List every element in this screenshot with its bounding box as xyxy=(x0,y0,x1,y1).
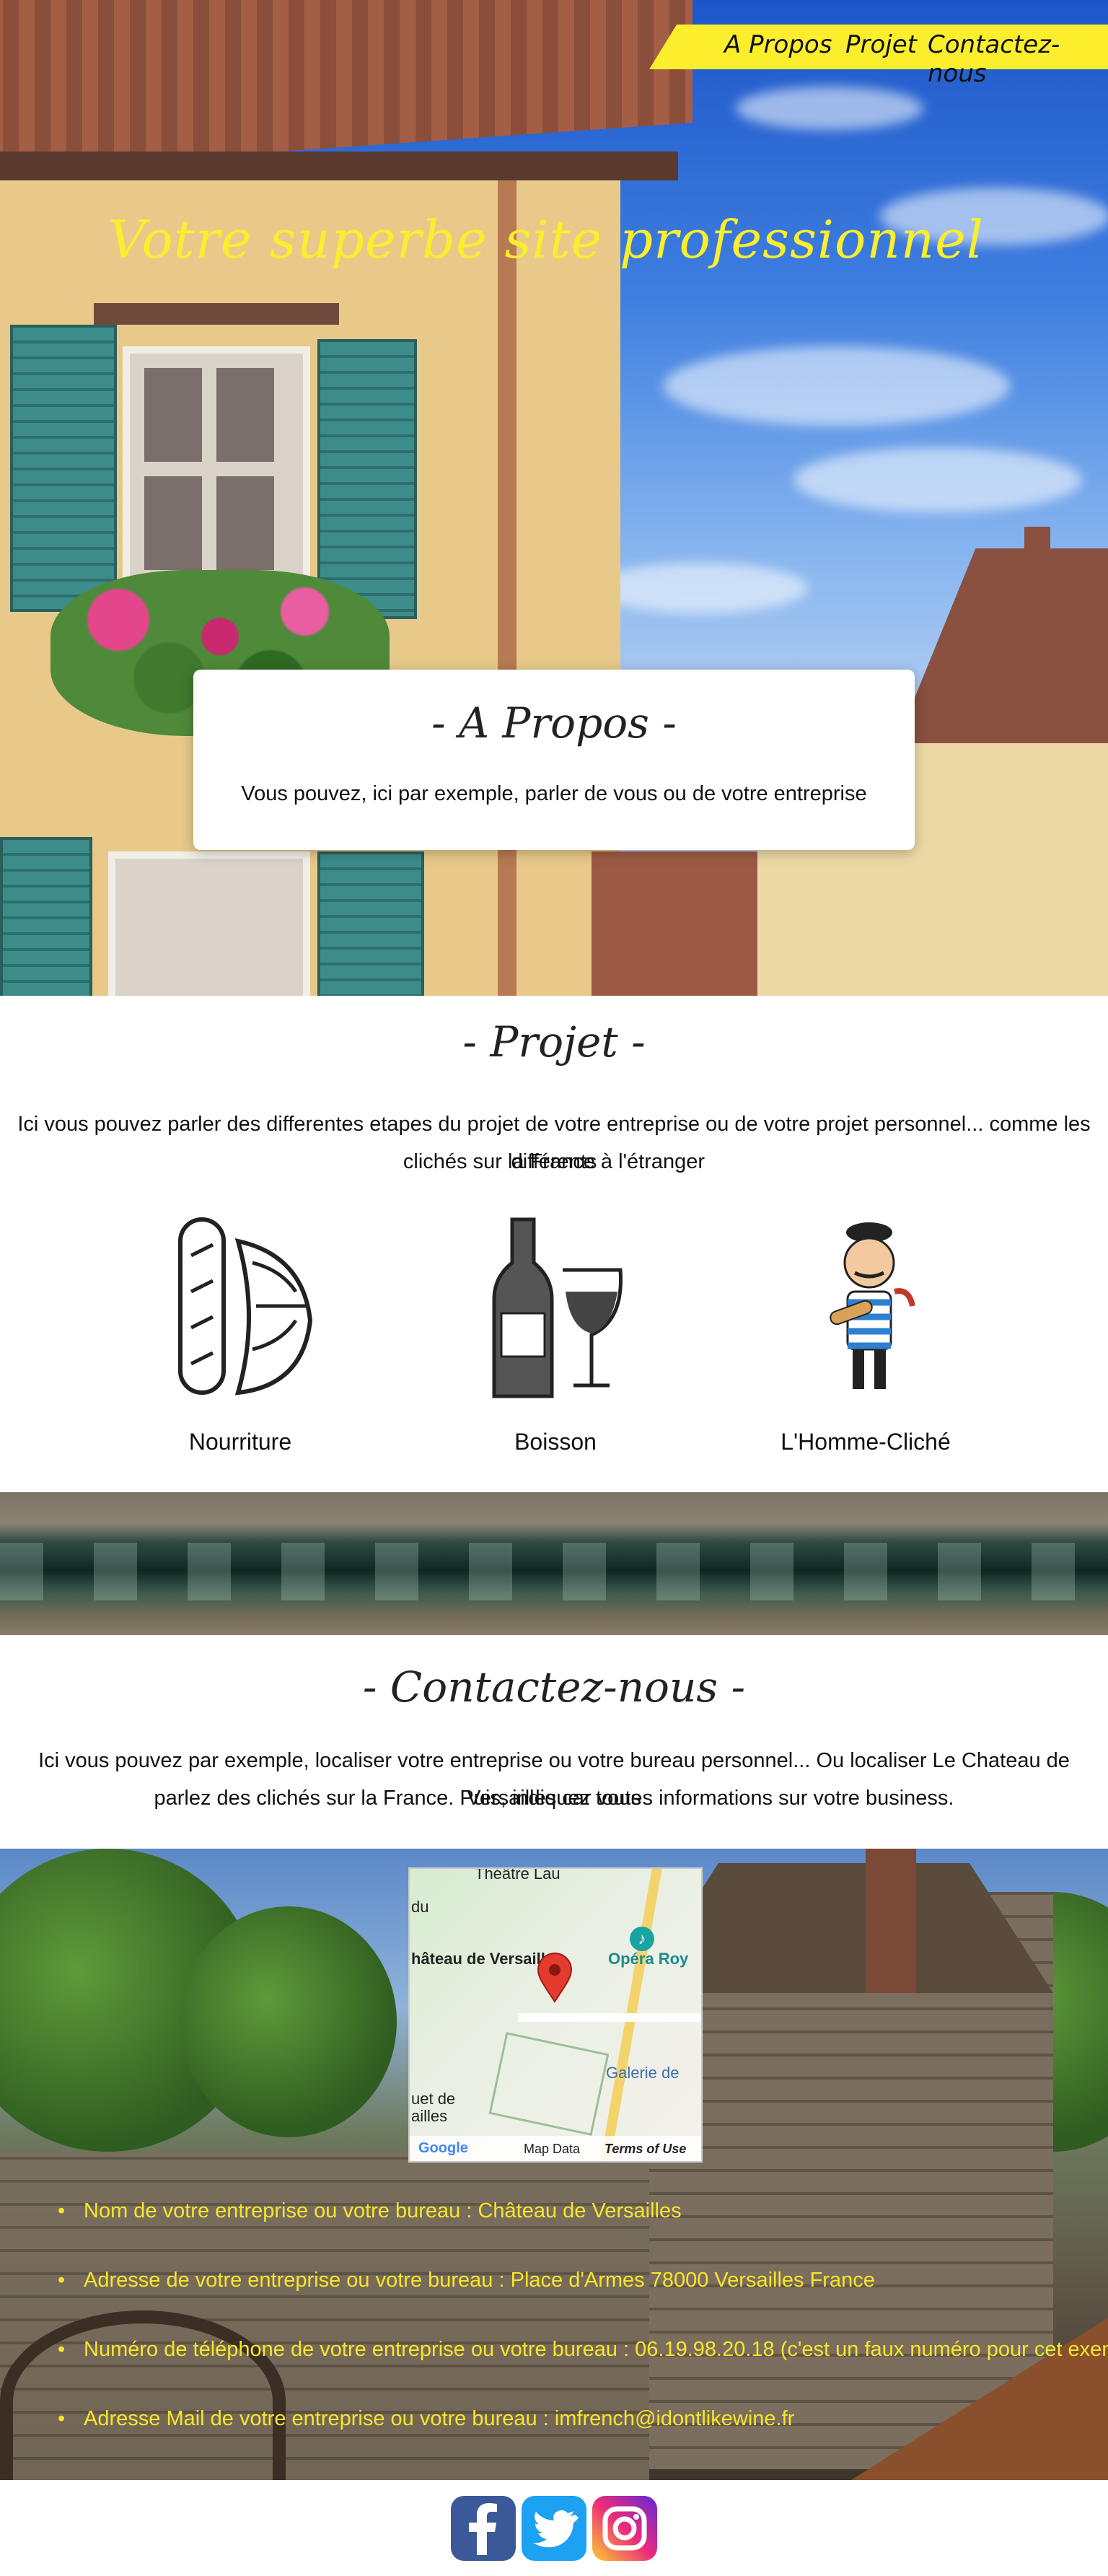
drain-pipe xyxy=(498,180,516,996)
projet-text-line2: clichés sur la France à l'étranger xyxy=(403,1150,705,1173)
info-company-phone: Numéro de téléphone de votre entreprise … xyxy=(58,2338,1108,2362)
window-lower xyxy=(108,851,310,996)
tree xyxy=(180,1906,397,2137)
hero-section: A Propos Projet Contactez-nous Votre sup… xyxy=(0,0,1108,996)
nav-link-projet[interactable]: Projet xyxy=(845,30,917,59)
water-wheel xyxy=(0,2310,286,2480)
item-label-homme-cliche: L'Homme-Cliché xyxy=(781,1429,951,1455)
item-label-boisson: Boisson xyxy=(514,1429,597,1455)
chimney xyxy=(1024,527,1050,606)
item-label-nourriture: Nourriture xyxy=(188,1429,292,1455)
map-road xyxy=(518,2013,701,2022)
bread-croissant-icon xyxy=(166,1212,325,1400)
water-reflection xyxy=(0,1543,1108,1600)
about-card: - A Propos - Vous pouvez, ici par exempl… xyxy=(193,670,915,850)
map-label: du xyxy=(411,1898,429,1916)
google-logo: Google xyxy=(418,2140,468,2156)
info-company-email: Adresse Mail de votre entreprise ou votr… xyxy=(58,2407,794,2431)
map-label: Opéra Roy xyxy=(608,1950,689,1968)
projet-section: - Projet - Ici vous pouvez parler des di… xyxy=(0,996,1108,1492)
hero-title: Votre superbe site professionnel xyxy=(108,209,984,270)
facebook-icon[interactable] xyxy=(451,2496,516,2561)
instagram-icon[interactable] xyxy=(592,2496,657,2561)
brick-house xyxy=(592,851,757,996)
map-label: ailles xyxy=(411,2107,448,2125)
window-lintel xyxy=(94,303,339,325)
contact-title: - Contactez-nous - xyxy=(362,1662,746,1712)
cloud xyxy=(793,447,1082,512)
map-label: Galerie de xyxy=(606,2064,680,2082)
info-company-name: Nom de votre entreprise ou votre bureau … xyxy=(58,2199,682,2223)
cloud xyxy=(592,563,808,613)
projet-title: - Projet - xyxy=(462,1017,646,1066)
about-text: Vous pouvez, ici par exemple, parler de … xyxy=(241,782,867,805)
house-roof xyxy=(0,0,692,174)
nav-link-contactez-nous[interactable]: Contactez-nous xyxy=(928,30,1108,88)
shutter-right xyxy=(317,339,417,619)
map-data-link[interactable]: Map Data xyxy=(524,2142,580,2157)
window xyxy=(123,346,310,606)
french-man-icon xyxy=(786,1212,945,1400)
contact-text-line2: parlez des clichés sur la France. Puis, … xyxy=(154,1787,954,1810)
cloud xyxy=(736,87,923,130)
water-image-band xyxy=(0,1492,1108,1635)
contact-section: - Contactez-nous - Ici vous pouvez par e… xyxy=(0,1635,1108,1849)
shutter-left xyxy=(10,325,117,612)
shutter-lower-left xyxy=(0,837,92,996)
cloud xyxy=(664,346,1010,426)
twitter-icon[interactable] xyxy=(522,2496,586,2561)
nav-link-a-propos[interactable]: A Propos xyxy=(724,30,832,59)
terms-of-use-link[interactable]: Terms of Use xyxy=(604,2142,686,2157)
roof-edge xyxy=(0,152,678,180)
right-roof xyxy=(887,548,1108,765)
map-embed[interactable]: Théâtre Lau du hâteau de Versailles Opér… xyxy=(408,1867,703,2163)
info-company-address: Adresse de votre entreprise ou votre bur… xyxy=(58,2269,875,2292)
footer xyxy=(0,2480,1108,2576)
mill-chimney xyxy=(866,1849,916,1993)
music-venue-icon: ♪ xyxy=(630,1927,654,1951)
map-label: uet de xyxy=(411,2090,456,2108)
about-title: - A Propos - xyxy=(431,698,677,748)
map-pin-icon[interactable] xyxy=(537,1953,573,2007)
shutter-lower-right xyxy=(317,851,424,996)
wine-bottle-glass-icon xyxy=(476,1212,635,1400)
map-label: Théâtre Lau xyxy=(475,1867,560,1883)
